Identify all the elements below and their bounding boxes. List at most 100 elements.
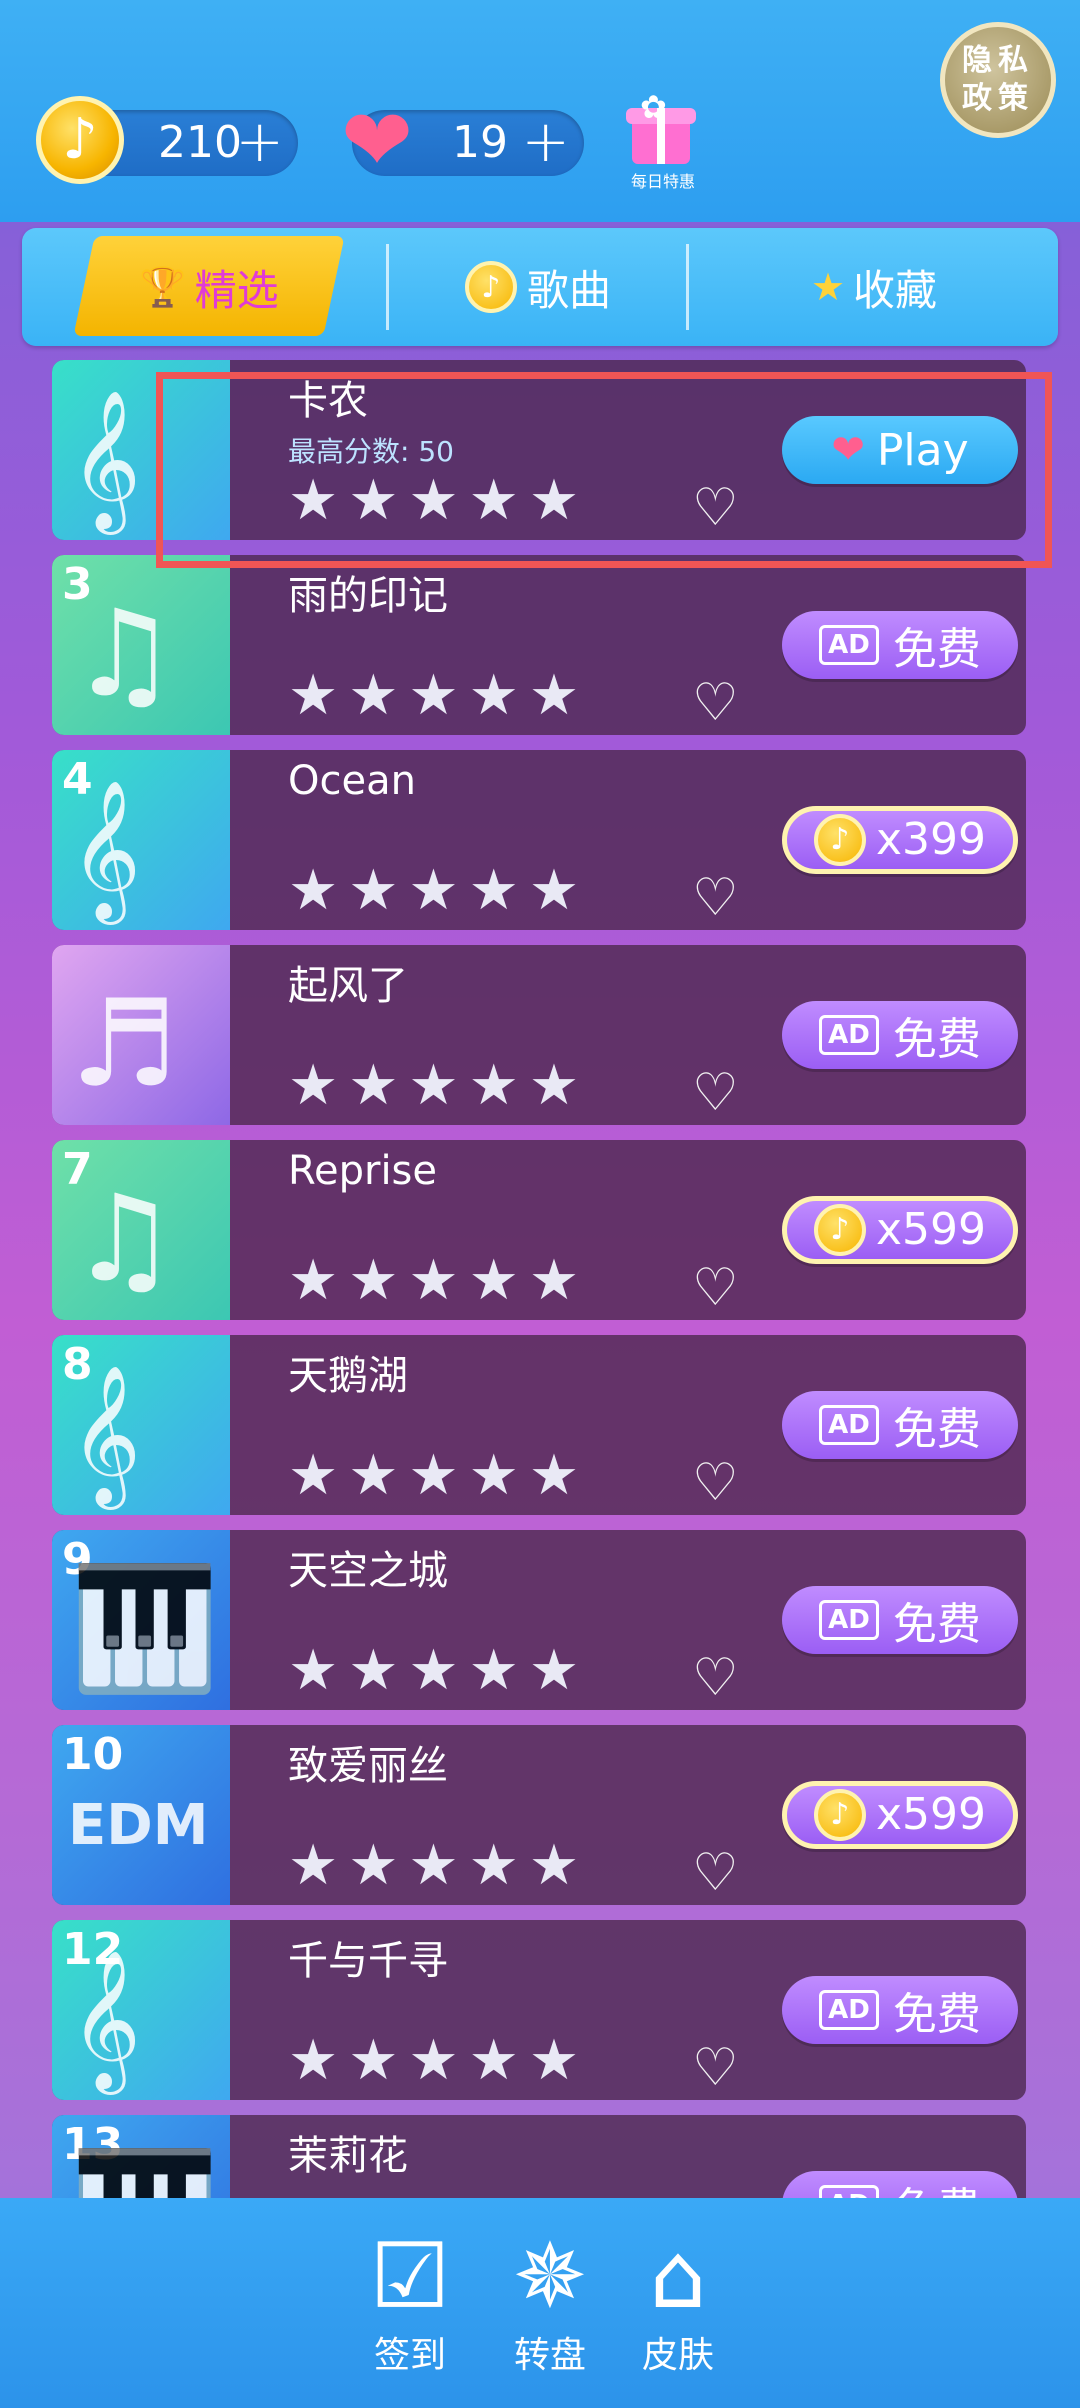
sheet-music-icon: ♫ bbox=[70, 1170, 178, 1309]
treble-clef-icon: 𝄞 bbox=[70, 1365, 141, 1504]
coin-unlock-button[interactable]: ♪ x599 bbox=[782, 1196, 1018, 1264]
tab-favorites-label: 收藏 bbox=[853, 265, 938, 315]
star-icon: ★ bbox=[810, 265, 846, 309]
coin-unlock-button[interactable]: ♪ x599 bbox=[782, 1781, 1018, 1849]
free-ad-button[interactable]: AD 免费 bbox=[782, 1001, 1018, 1069]
coin-price-label: x599 bbox=[875, 1204, 987, 1255]
song-thumbnail: 7 ♫ bbox=[52, 1140, 230, 1320]
song-number: 10 bbox=[62, 1729, 124, 1780]
coin-unlock-button[interactable]: ♪ x399 bbox=[782, 806, 1018, 874]
song-row[interactable]: 7 ♫ Reprise ★★★★★ ♡ ♪ x599 bbox=[52, 1140, 1026, 1320]
piano-icon: 🎹 bbox=[70, 2145, 219, 2200]
favorite-heart-icon[interactable]: ♡ bbox=[692, 868, 739, 928]
coin-price-label: x599 bbox=[875, 1789, 987, 1840]
song-title: 雨的印记 bbox=[288, 573, 448, 619]
nav-wheel[interactable]: ✵ 转盘 bbox=[490, 2222, 610, 2378]
highlight-box bbox=[156, 372, 1052, 568]
rating-stars: ★★★★★ bbox=[288, 663, 590, 728]
piano-icon: 🎹 bbox=[70, 1560, 220, 1699]
music-coin-icon: ♪ bbox=[464, 261, 517, 313]
song-title: 致爱丽丝 bbox=[288, 1743, 448, 1789]
free-ad-button[interactable]: AD 免费 bbox=[782, 611, 1018, 679]
daily-gift-label: 每日特惠 bbox=[630, 172, 695, 191]
free-ad-button[interactable]: AD 免费 bbox=[782, 2171, 1018, 2200]
song-thumbnail: 13 🎹 bbox=[52, 2115, 230, 2200]
rating-stars: ★★★★★ bbox=[288, 1053, 590, 1118]
song-row[interactable]: 10 EDM 致爱丽丝 ★★★★★ ♡ ♪ x599 bbox=[52, 1725, 1026, 1905]
ad-icon: AD bbox=[819, 1990, 879, 2030]
song-row[interactable]: 8 𝄞 天鹅湖 ★★★★★ ♡ AD 免费 bbox=[52, 1335, 1026, 1515]
lives-count: 19 bbox=[452, 117, 508, 168]
rating-stars: ★★★★★ bbox=[288, 2028, 590, 2093]
ad-icon: AD bbox=[819, 625, 879, 665]
free-button-label: 免费 bbox=[893, 2173, 981, 2200]
coin-icon: ♪ bbox=[813, 1204, 866, 1256]
song-thumbnail: ♬ bbox=[52, 945, 230, 1125]
rating-stars: ★★★★★ bbox=[288, 1833, 590, 1898]
coin-icon: ♪ bbox=[813, 814, 866, 866]
treble-clef-icon: 𝄞 bbox=[70, 1950, 141, 2089]
tab-divider bbox=[386, 244, 389, 330]
tab-favorites[interactable]: ★ 收藏 bbox=[690, 228, 1058, 346]
song-row[interactable]: ♬ 起风了 ★★★★★ ♡ AD 免费 bbox=[52, 945, 1026, 1125]
edm-icon: EDM bbox=[68, 1793, 209, 1858]
checkin-icon: ☑ bbox=[369, 2224, 451, 2329]
add-lives-button[interactable]: + bbox=[521, 110, 570, 176]
add-coins-button[interactable]: + bbox=[235, 110, 284, 176]
privacy-policy-button[interactable]: 隐私政策 bbox=[940, 22, 1056, 138]
favorite-heart-icon[interactable]: ♡ bbox=[692, 2038, 739, 2098]
song-thumbnail: 10 EDM bbox=[52, 1725, 230, 1905]
song-thumbnail: 3 ♫ bbox=[52, 555, 230, 735]
nav-wheel-label: 转盘 bbox=[513, 2335, 586, 2376]
tab-songs[interactable]: ♪ 歌曲 bbox=[390, 228, 686, 346]
free-ad-button[interactable]: AD 免费 bbox=[782, 1391, 1018, 1459]
top-bar: 210 + ♪ 19 + ❤ ✿ 每日特惠 隐私政策 bbox=[0, 0, 1080, 222]
coin-count: 210 bbox=[158, 117, 242, 168]
sheet-music-icon: ♫ bbox=[70, 585, 178, 724]
rating-stars: ★★★★★ bbox=[288, 1443, 590, 1508]
nav-skins[interactable]: ⌂ 皮肤 bbox=[618, 2222, 738, 2378]
song-title: Ocean bbox=[288, 758, 416, 804]
nav-checkin[interactable]: ☑ 签到 bbox=[350, 2222, 470, 2378]
shop-icon: ⌂ bbox=[649, 2224, 707, 2329]
rating-stars: ★★★★★ bbox=[288, 858, 590, 923]
song-title: 起风了 bbox=[288, 963, 408, 1009]
ad-icon: AD bbox=[819, 1015, 879, 1055]
song-row[interactable]: 3 ♫ 雨的印记 ★★★★★ ♡ AD 免费 bbox=[52, 555, 1026, 735]
song-thumbnail: 9 🎹 bbox=[52, 1530, 230, 1710]
song-row[interactable]: 9 🎹 天空之城 ★★★★★ ♡ AD 免费 bbox=[52, 1530, 1026, 1710]
tab-bar: 🏆 精选 ♪ 歌曲 ★ 收藏 bbox=[22, 228, 1058, 346]
rating-stars: ★★★★★ bbox=[288, 1248, 590, 1313]
favorite-heart-icon[interactable]: ♡ bbox=[692, 673, 739, 733]
favorite-heart-icon[interactable]: ♡ bbox=[692, 1258, 739, 1318]
song-row[interactable]: 13 🎹 茉莉花 AD 免费 bbox=[52, 2115, 1026, 2200]
song-thumbnail: 8 𝄞 bbox=[52, 1335, 230, 1515]
nav-checkin-label: 签到 bbox=[373, 2335, 446, 2376]
gift-icon[interactable]: ✿ bbox=[626, 86, 696, 166]
tab-songs-label: 歌曲 bbox=[526, 265, 611, 315]
rating-stars: ★★★★★ bbox=[288, 1638, 590, 1703]
ad-icon: AD bbox=[819, 1600, 879, 1640]
favorite-heart-icon[interactable]: ♡ bbox=[692, 1453, 739, 1513]
wheel-icon: ✵ bbox=[512, 2224, 588, 2329]
nav-skins-label: 皮肤 bbox=[641, 2335, 714, 2376]
song-row[interactable]: 12 𝄞 千与千寻 ★★★★★ ♡ AD 免费 bbox=[52, 1920, 1026, 2100]
treble-clef-icon: 𝄞 bbox=[70, 390, 141, 529]
free-ad-button[interactable]: AD 免费 bbox=[782, 1586, 1018, 1654]
free-button-label: 免费 bbox=[892, 624, 981, 675]
free-button-label: 免费 bbox=[892, 1599, 981, 1650]
tab-divider bbox=[686, 244, 689, 330]
favorite-heart-icon[interactable]: ♡ bbox=[692, 1063, 739, 1123]
song-title: 天空之城 bbox=[288, 1548, 448, 1594]
guitar-icon: ♬ bbox=[70, 975, 178, 1114]
bottom-navigation: ☑ 签到 ✵ 转盘 ⌂ 皮肤 bbox=[0, 2198, 1080, 2408]
gift-bow-icon: ✿ bbox=[640, 88, 667, 126]
favorite-heart-icon[interactable]: ♡ bbox=[692, 1648, 739, 1708]
free-ad-button[interactable]: AD 免费 bbox=[782, 1976, 1018, 2044]
favorite-heart-icon[interactable]: ♡ bbox=[692, 1843, 739, 1903]
song-title: Reprise bbox=[288, 1148, 438, 1194]
song-row[interactable]: 4 𝄞 Ocean ★★★★★ ♡ ♪ x399 bbox=[52, 750, 1026, 930]
free-button-label: 免费 bbox=[892, 1989, 981, 2040]
tab-featured[interactable]: 🏆 精选 bbox=[84, 228, 334, 346]
coin-icon: ♪ bbox=[36, 96, 124, 184]
